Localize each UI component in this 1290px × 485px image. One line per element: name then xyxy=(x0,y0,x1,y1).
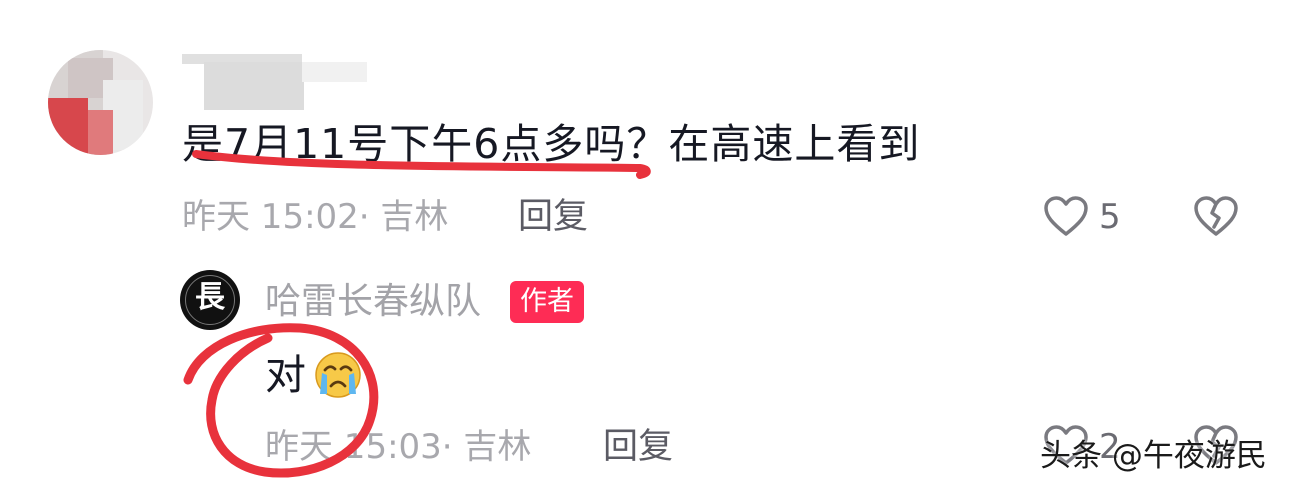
watermark: 头条 @午夜游民 xyxy=(1040,438,1267,474)
annotation-overlay xyxy=(183,150,651,478)
red-circle-annotation xyxy=(183,323,379,478)
red-underline-annotation xyxy=(192,150,651,179)
